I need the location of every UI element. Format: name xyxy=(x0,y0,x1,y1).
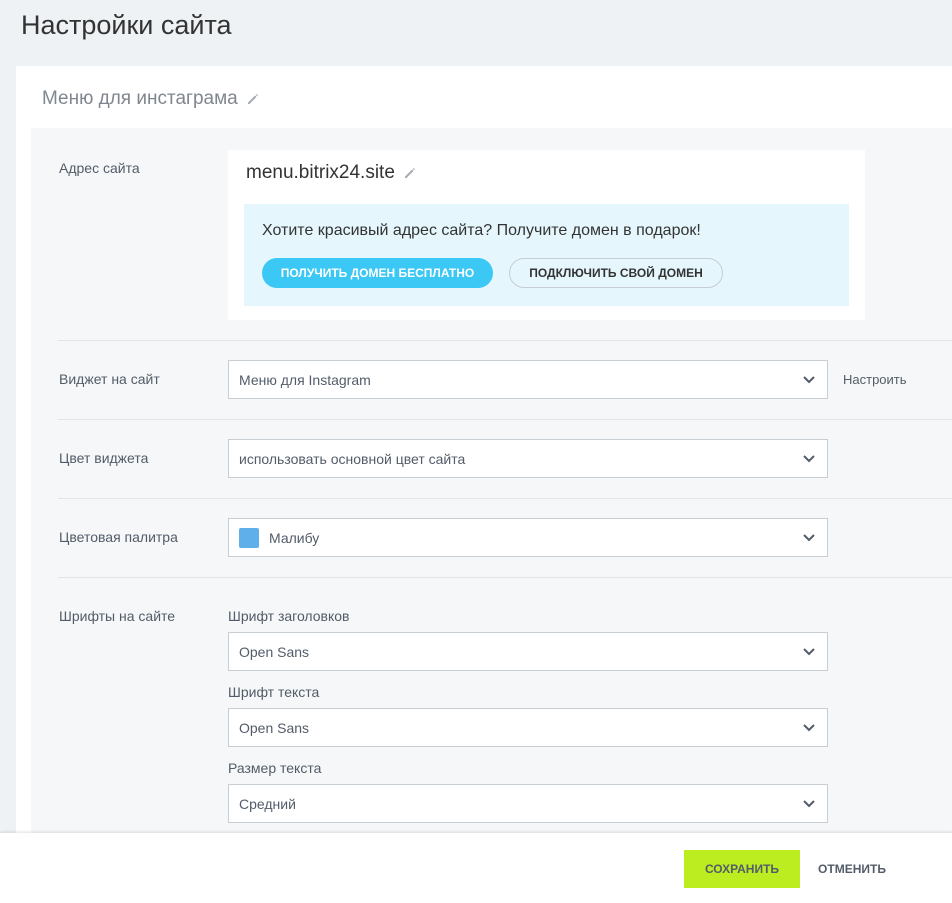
text-font-value: Open Sans xyxy=(239,719,310,736)
text-size-label: Размер текста xyxy=(228,760,322,776)
save-button[interactable]: СОХРАНИТЬ xyxy=(684,850,800,888)
heading-font-value: Open Sans xyxy=(239,643,310,660)
widget-color-label: Цвет виджета xyxy=(59,450,149,466)
address-box: menu.bitrix24.site Хотите красивый адрес… xyxy=(228,150,865,320)
page-title: Настройки сайта xyxy=(21,10,232,40)
get-free-domain-button[interactable]: ПОЛУЧИТЬ ДОМЕН БЕСПЛАТНО xyxy=(262,258,493,288)
promo-text: Хотите красивый адрес сайта? Получите до… xyxy=(262,222,701,239)
chevron-down-icon xyxy=(803,648,815,656)
footer-bar: СОХРАНИТЬ ОТМЕНИТЬ xyxy=(0,833,952,903)
chevron-down-icon xyxy=(803,376,815,384)
site-domain: menu.bitrix24.site xyxy=(246,162,395,183)
divider xyxy=(58,419,952,420)
text-font-label: Шрифт текста xyxy=(228,684,320,700)
widget-color-select-value: использовать основной цвет сайта xyxy=(239,450,466,467)
pencil-icon[interactable] xyxy=(403,166,417,180)
divider xyxy=(58,340,952,341)
widget-select-value: Меню для Instagram xyxy=(239,371,371,388)
divider xyxy=(58,577,952,578)
heading-font-label: Шрифт заголовков xyxy=(228,608,350,624)
configure-widget-link[interactable]: Настроить xyxy=(843,372,907,387)
text-size-value: Средний xyxy=(239,795,296,812)
widget-color-select[interactable]: использовать основной цвет сайта xyxy=(228,439,828,478)
text-size-select[interactable]: Средний xyxy=(228,784,828,823)
chevron-down-icon xyxy=(803,800,815,808)
domain-promo: Хотите красивый адрес сайта? Получите до… xyxy=(244,204,849,306)
settings-form: Адрес сайта menu.bitrix24.site Хотите кр… xyxy=(31,128,952,903)
site-name: Меню для инстаграма xyxy=(42,88,238,109)
heading-font-select[interactable]: Open Sans xyxy=(228,632,828,671)
address-row: menu.bitrix24.site xyxy=(246,162,417,184)
chevron-down-icon xyxy=(803,534,815,542)
chevron-down-icon xyxy=(803,455,815,463)
cancel-button[interactable]: ОТМЕНИТЬ xyxy=(808,850,896,888)
site-name-row: Меню для инстаграма xyxy=(42,86,260,112)
divider xyxy=(58,498,952,499)
palette-select[interactable]: Малибу xyxy=(228,518,828,557)
pencil-icon[interactable] xyxy=(246,92,260,106)
address-label: Адрес сайта xyxy=(59,160,140,176)
color-swatch xyxy=(239,527,259,548)
chevron-down-icon xyxy=(803,724,815,732)
widget-label: Виджет на сайт xyxy=(59,371,160,387)
palette-label: Цветовая палитра xyxy=(59,529,178,545)
text-font-select[interactable]: Open Sans xyxy=(228,708,828,747)
settings-card: Меню для инстаграма Адрес сайта menu.bit… xyxy=(16,66,952,903)
fonts-label: Шрифты на сайте xyxy=(59,608,176,624)
widget-select[interactable]: Меню для Instagram xyxy=(228,360,828,399)
palette-select-value: Малибу xyxy=(269,529,320,546)
connect-own-domain-button[interactable]: ПОДКЛЮЧИТЬ СВОЙ ДОМЕН xyxy=(509,258,723,288)
